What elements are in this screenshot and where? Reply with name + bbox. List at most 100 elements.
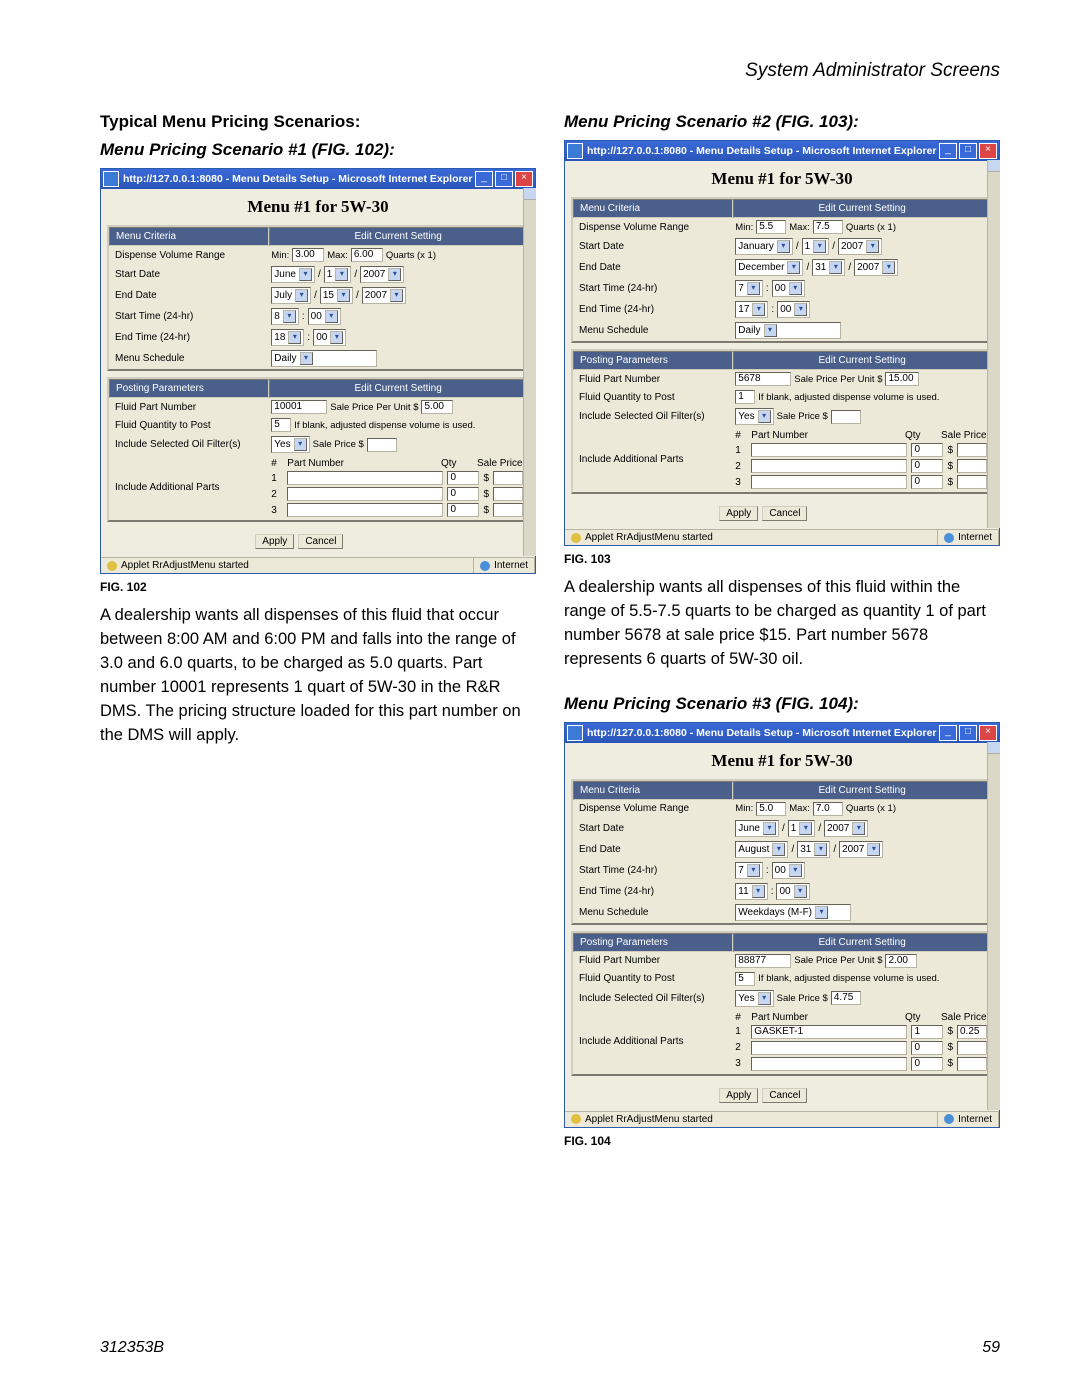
part-input[interactable] [287,471,443,485]
part-input[interactable] [751,475,907,489]
maximize-button[interactable]: □ [959,143,977,159]
max-input[interactable]: 6.00 [351,248,383,262]
start-month-select[interactable]: June▾ [735,820,779,837]
part-input[interactable] [287,503,443,517]
start-month-select[interactable]: June▾ [271,266,315,283]
price-input[interactable] [957,1057,987,1071]
apply-button[interactable]: Apply [719,1088,758,1103]
apply-button[interactable]: Apply [719,506,758,521]
start-year-select[interactable]: 2007▾ [360,266,404,283]
qty-input[interactable]: 0 [911,443,943,457]
minimize-button[interactable]: _ [475,171,493,187]
price-input[interactable] [493,503,523,517]
start-min-select[interactable]: 00▾ [772,862,805,879]
chevron-down-icon: ▾ [300,352,313,365]
part-input[interactable] [751,1057,907,1071]
cancel-button[interactable]: Cancel [762,506,807,521]
iso-select[interactable]: Yes▾ [271,436,309,453]
end-month-select[interactable]: December▾ [735,259,803,276]
qty-input[interactable]: 0 [911,475,943,489]
qty-input[interactable]: 0 [911,1057,943,1071]
apply-button[interactable]: Apply [255,534,294,549]
end-year-select[interactable]: 2007▾ [362,287,406,304]
close-button[interactable]: × [979,725,997,741]
fpn-input[interactable]: 5678 [735,372,791,386]
part-input[interactable] [287,487,443,501]
schedule-select[interactable]: Weekdays (M-F)▾ [735,904,851,921]
min-input[interactable]: 5.5 [756,220,786,234]
start-day-select[interactable]: 1▾ [788,820,816,837]
schedule-select[interactable]: Daily▾ [735,322,841,339]
fqp-input[interactable]: 1 [735,390,755,404]
cancel-button[interactable]: Cancel [298,534,343,549]
end-year-select[interactable]: 2007▾ [854,259,898,276]
start-hour-select[interactable]: 7▾ [735,280,763,297]
end-day-select[interactable]: 15▾ [320,287,353,304]
close-button[interactable]: × [515,171,533,187]
end-hour-select[interactable]: 17▾ [735,301,768,318]
schedule-select[interactable]: Daily▾ [271,350,377,367]
end-min-select[interactable]: 00▾ [776,883,809,900]
start-day-select[interactable]: 1▾ [802,238,830,255]
price-input[interactable]: 0.25 [957,1025,987,1039]
min-input[interactable]: 5.0 [756,802,786,816]
sppu-input[interactable]: 5.00 [421,400,453,414]
minimize-button[interactable]: _ [939,725,957,741]
fpn-input[interactable]: 88877 [735,954,791,968]
maximize-button[interactable]: □ [959,725,977,741]
fpn-input[interactable]: 10001 [271,400,327,414]
iso-price-input[interactable]: 4.75 [831,991,861,1005]
qty-input[interactable]: 0 [911,1041,943,1055]
iso-select[interactable]: Yes▾ [735,408,773,425]
start-day-select[interactable]: 1▾ [324,266,352,283]
start-month-select[interactable]: January▾ [735,238,793,255]
end-day-select[interactable]: 31▾ [797,841,830,858]
end-min-select[interactable]: 00▾ [777,301,810,318]
end-month-select[interactable]: July▾ [271,287,311,304]
qty-input[interactable]: 0 [447,487,479,501]
qty-input[interactable]: 0 [911,459,943,473]
start-year-select[interactable]: 2007▾ [838,238,882,255]
qty-input[interactable]: 0 [447,503,479,517]
iso-price-input[interactable] [367,438,397,452]
start-year-select[interactable]: 2007▾ [824,820,868,837]
sppu-input[interactable]: 15.00 [885,372,919,386]
scrollbar[interactable] [523,188,536,556]
end-hour-select[interactable]: 11▾ [735,883,767,900]
price-input[interactable] [957,475,987,489]
scrollbar[interactable] [987,160,1000,528]
part-input[interactable] [751,443,907,457]
end-min-select[interactable]: 00▾ [313,329,346,346]
cancel-button[interactable]: Cancel [762,1088,807,1103]
iso-select[interactable]: Yes▾ [735,990,773,1007]
start-hour-select[interactable]: 7▾ [735,862,763,879]
price-input[interactable] [957,459,987,473]
sppu-input[interactable]: 2.00 [885,954,917,968]
end-day-select[interactable]: 31▾ [812,259,845,276]
end-hour-select[interactable]: 18▾ [271,329,304,346]
part-input[interactable] [751,1041,907,1055]
qty-input[interactable]: 0 [447,471,479,485]
min-input[interactable]: 3.00 [292,248,324,262]
start-min-select[interactable]: 00▾ [308,308,341,325]
start-hour-select[interactable]: 8▾ [271,308,299,325]
max-input[interactable]: 7.0 [813,802,843,816]
end-month-select[interactable]: August▾ [735,841,788,858]
max-input[interactable]: 7.5 [813,220,843,234]
fqp-input[interactable]: 5 [735,972,755,986]
price-input[interactable] [957,443,987,457]
minimize-button[interactable]: _ [939,143,957,159]
maximize-button[interactable]: □ [495,171,513,187]
close-button[interactable]: × [979,143,997,159]
price-input[interactable] [493,487,523,501]
end-year-select[interactable]: 2007▾ [839,841,883,858]
part-input[interactable] [751,459,907,473]
price-input[interactable] [957,1041,987,1055]
qty-input[interactable]: 1 [911,1025,943,1039]
price-input[interactable] [493,471,523,485]
scrollbar[interactable] [987,742,1000,1110]
start-min-select[interactable]: 00▾ [772,280,805,297]
iso-price-input[interactable] [831,410,861,424]
fqp-input[interactable]: 5 [271,418,291,432]
part-input[interactable]: GASKET-1 [751,1025,907,1039]
